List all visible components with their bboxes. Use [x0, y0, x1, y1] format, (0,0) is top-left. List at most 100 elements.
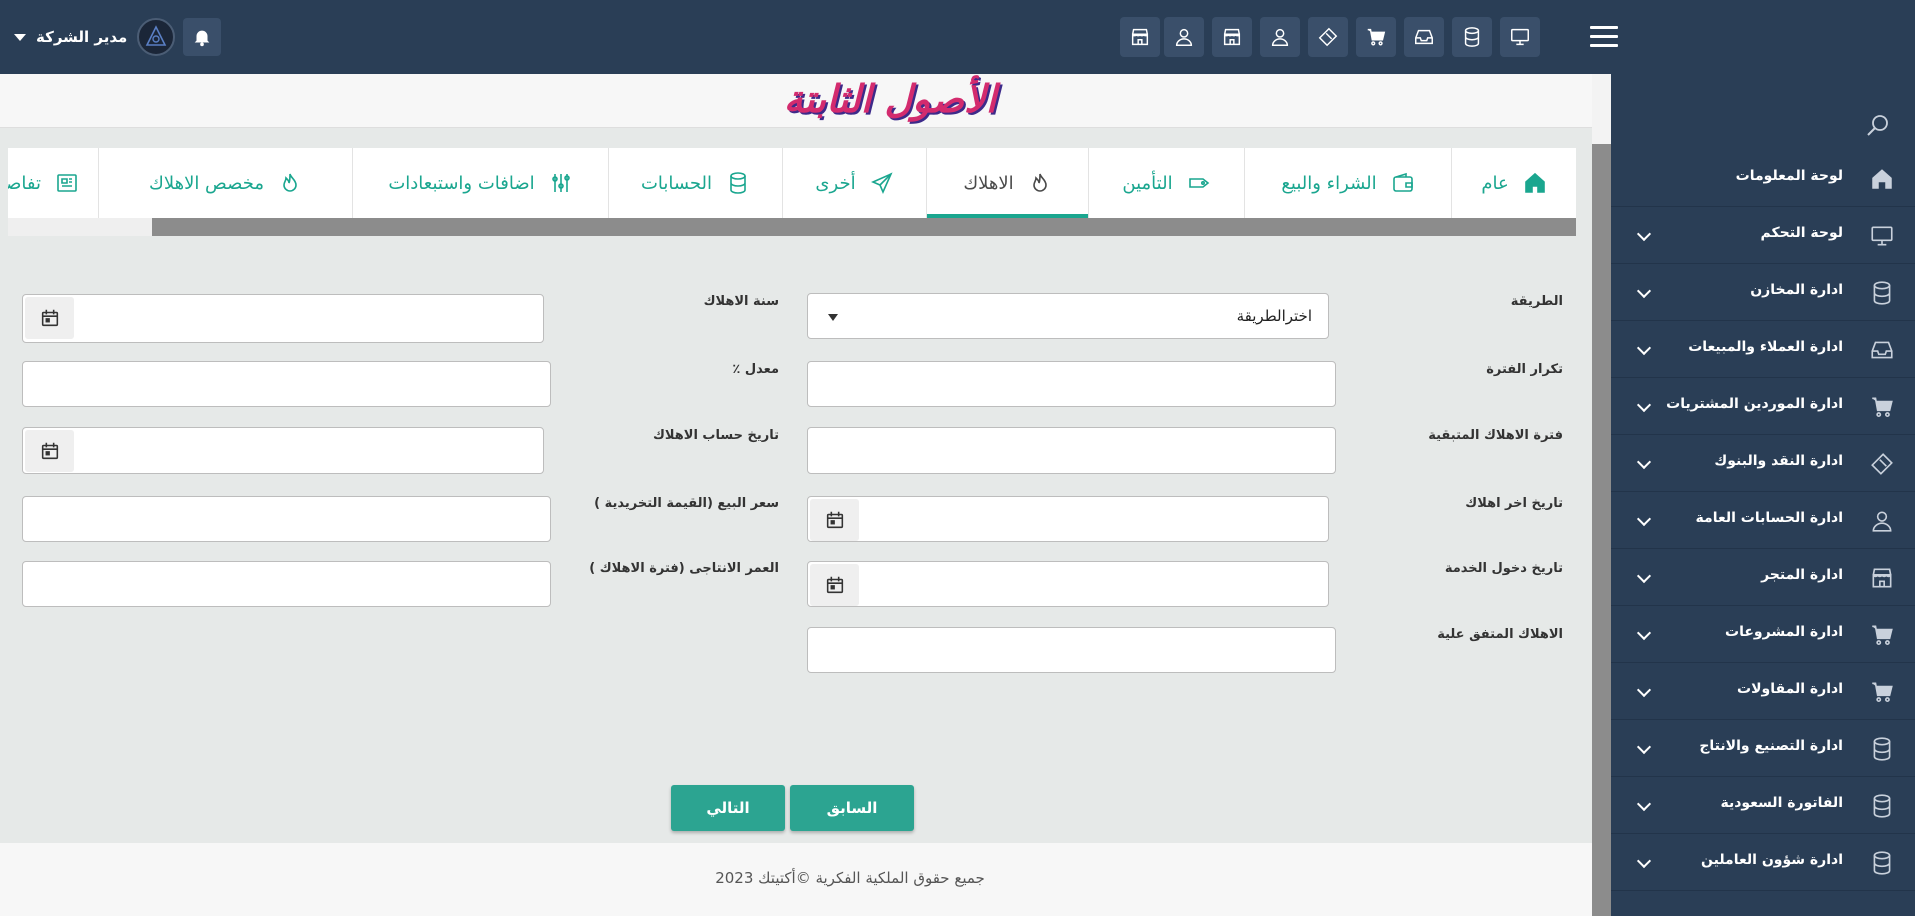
- sidebar-item-store[interactable]: ادارة المتجر: [1611, 549, 1915, 606]
- sidebar-item-suppliers-purchases[interactable]: ادارة الموردين المشتريات: [1611, 378, 1915, 435]
- rate-label: معدل ٪: [732, 362, 779, 377]
- store-icon: [1869, 565, 1895, 591]
- tab-depreciation-provision[interactable]: مخصص الاهلاك: [98, 148, 352, 218]
- chevron-down-icon[interactable]: [1636, 739, 1652, 755]
- avatar[interactable]: [137, 18, 176, 56]
- chevron-down-icon[interactable]: [1636, 340, 1652, 356]
- method-label: الطريقة: [1510, 294, 1563, 309]
- calc-date-label: تاريخ حساب الاهلاك: [652, 428, 779, 443]
- user-icon[interactable]: [1164, 17, 1204, 57]
- sidebar-item-label: ادارة شؤون العاملين: [1701, 852, 1843, 868]
- sidebar-item-dashboard[interactable]: لوحة المعلومات: [1611, 150, 1915, 207]
- sidebar: لوحة المعلومات لوحة التحكم ادارة المخازن…: [1611, 74, 1915, 916]
- calendar-icon[interactable]: [810, 564, 859, 606]
- depreciation-year-input[interactable]: [22, 294, 544, 343]
- database-icon[interactable]: [1452, 17, 1492, 57]
- hamburger-menu-icon[interactable]: [1590, 26, 1618, 48]
- tabs-scrollbar-thumb[interactable]: [152, 218, 1576, 236]
- top-bar: مدير الشركة: [0, 0, 1915, 74]
- flame-icon: [1032, 173, 1047, 192]
- depreciation-year-label: سنة الاهلاك: [703, 294, 779, 309]
- chevron-down-icon[interactable]: [1636, 568, 1652, 584]
- tab-additions-exclusions[interactable]: اضافات واستبعادات: [352, 148, 608, 218]
- inbox-icon[interactable]: [1404, 17, 1444, 57]
- chevron-down-icon[interactable]: [1636, 511, 1652, 527]
- sidebar-item-label: ادارة الموردين المشتريات: [1666, 396, 1843, 412]
- caret-down-icon[interactable]: [14, 33, 26, 41]
- agreed-depreciation-input[interactable]: [807, 627, 1336, 673]
- period-repeat-input[interactable]: [807, 361, 1336, 407]
- sidebar-item-label: لوحة التحكم: [1760, 225, 1843, 241]
- sidebar-item-warehouses[interactable]: ادارة المخازن: [1611, 264, 1915, 321]
- tab-general[interactable]: عام: [1451, 148, 1576, 218]
- method-select-value: اخترالطريقة: [1236, 307, 1312, 325]
- service-entry-date-input[interactable]: [807, 561, 1329, 607]
- tabs-scrollbar[interactable]: [8, 218, 1576, 236]
- calendar-icon[interactable]: [25, 297, 74, 339]
- rate-input[interactable]: [22, 361, 551, 407]
- calc-date-input[interactable]: [22, 427, 544, 474]
- next-button[interactable]: التالي: [671, 785, 785, 831]
- tab-details[interactable]: تفاصيل: [8, 148, 98, 218]
- page-scrollbar-thumb[interactable]: [1592, 144, 1611, 916]
- tab-purchase-sale[interactable]: الشراء والبيع: [1244, 148, 1451, 218]
- sidebar-item-cash-banks[interactable]: ادارة النقد والبنوك: [1611, 435, 1915, 492]
- sidebar-item-label: ادارة الحسابات العامة: [1695, 510, 1843, 526]
- chevron-down-icon[interactable]: [1636, 397, 1652, 413]
- sidebar-item-label: لوحة المعلومات: [1735, 168, 1843, 184]
- calendar-icon[interactable]: [810, 499, 859, 541]
- tab-other[interactable]: أخرى: [782, 148, 926, 218]
- user-name[interactable]: مدير الشركة: [36, 28, 127, 46]
- remaining-period-input[interactable]: [807, 427, 1336, 474]
- sidebar-item-control-panel[interactable]: لوحة التحكم: [1611, 207, 1915, 264]
- search-icon[interactable]: [1865, 112, 1891, 138]
- cart-icon[interactable]: [1356, 17, 1396, 57]
- tab-insurance[interactable]: التأمين: [1088, 148, 1244, 218]
- chevron-down-icon[interactable]: [1636, 853, 1652, 869]
- cart-icon: [1869, 679, 1895, 705]
- chevron-down-icon[interactable]: [1636, 226, 1652, 242]
- page-scrollbar[interactable]: [1592, 74, 1611, 916]
- sidebar-item-general-accounts[interactable]: ادارة الحسابات العامة: [1611, 492, 1915, 549]
- sidebar-item-hr[interactable]: ادارة شؤون العاملين: [1611, 834, 1915, 891]
- chevron-down-icon[interactable]: [1636, 682, 1652, 698]
- bell-icon[interactable]: [183, 18, 222, 56]
- tag-icon: [1188, 178, 1209, 188]
- chevron-down-icon[interactable]: [1636, 625, 1652, 641]
- last-depreciation-date-input[interactable]: [807, 496, 1329, 542]
- tab-label: الشراء والبيع: [1281, 172, 1377, 194]
- tab-label: اضافات واستبعادات: [388, 172, 535, 194]
- tab-accounts[interactable]: الحسابات: [608, 148, 782, 218]
- monitor-icon[interactable]: [1500, 17, 1540, 57]
- tab-label: عام: [1481, 172, 1509, 194]
- user-menu[interactable]: مدير الشركة: [14, 17, 222, 57]
- tab-label: تفاصيل: [8, 172, 41, 194]
- copyright-text: جميع حقوق الملكية الفكرية ©أكتيتك 2023: [715, 869, 985, 887]
- service-entry-date-label: تاريخ دخول الخدمة: [1444, 561, 1563, 576]
- previous-button[interactable]: السابق: [790, 785, 914, 831]
- footer: جميع حقوق الملكية الفكرية ©أكتيتك 2023: [0, 843, 1592, 916]
- chevron-down-icon[interactable]: [1636, 454, 1652, 470]
- tab-label: التأمين: [1122, 172, 1173, 194]
- tab-label: مخصص الاهلاك: [149, 172, 264, 194]
- calendar-icon[interactable]: [25, 430, 74, 472]
- newspaper-icon: [57, 174, 77, 192]
- page-title: الأصول الثابتة: [783, 76, 997, 121]
- useful-life-input[interactable]: [22, 561, 551, 607]
- store-icon[interactable]: [1120, 17, 1160, 57]
- sidebar-item-label: ادارة المخازن: [1750, 282, 1843, 298]
- store-icon[interactable]: [1212, 17, 1252, 57]
- sidebar-item-projects[interactable]: ادارة المشروعات: [1611, 606, 1915, 663]
- sidebar-item-contracting[interactable]: ادارة المقاولات: [1611, 663, 1915, 720]
- tab-depreciation[interactable]: الاهلاك: [926, 148, 1088, 218]
- sidebar-item-saudi-invoice[interactable]: الفاتورة السعودية: [1611, 777, 1915, 834]
- sale-price-input[interactable]: [22, 496, 551, 542]
- sidebar-item-manufacturing[interactable]: ادارة التصنيع والانتاج: [1611, 720, 1915, 777]
- chevron-down-icon[interactable]: [1636, 283, 1652, 299]
- sidebar-item-customers-sales[interactable]: ادارة العملاء والمبيعات: [1611, 321, 1915, 378]
- chevron-down-icon[interactable]: [1636, 796, 1652, 812]
- agreed-depreciation-label: الاهلاك المتفق علية: [1437, 627, 1563, 642]
- user-icon[interactable]: [1260, 17, 1300, 57]
- ticket-icon[interactable]: [1308, 17, 1348, 57]
- method-select[interactable]: اخترالطريقة: [807, 293, 1329, 339]
